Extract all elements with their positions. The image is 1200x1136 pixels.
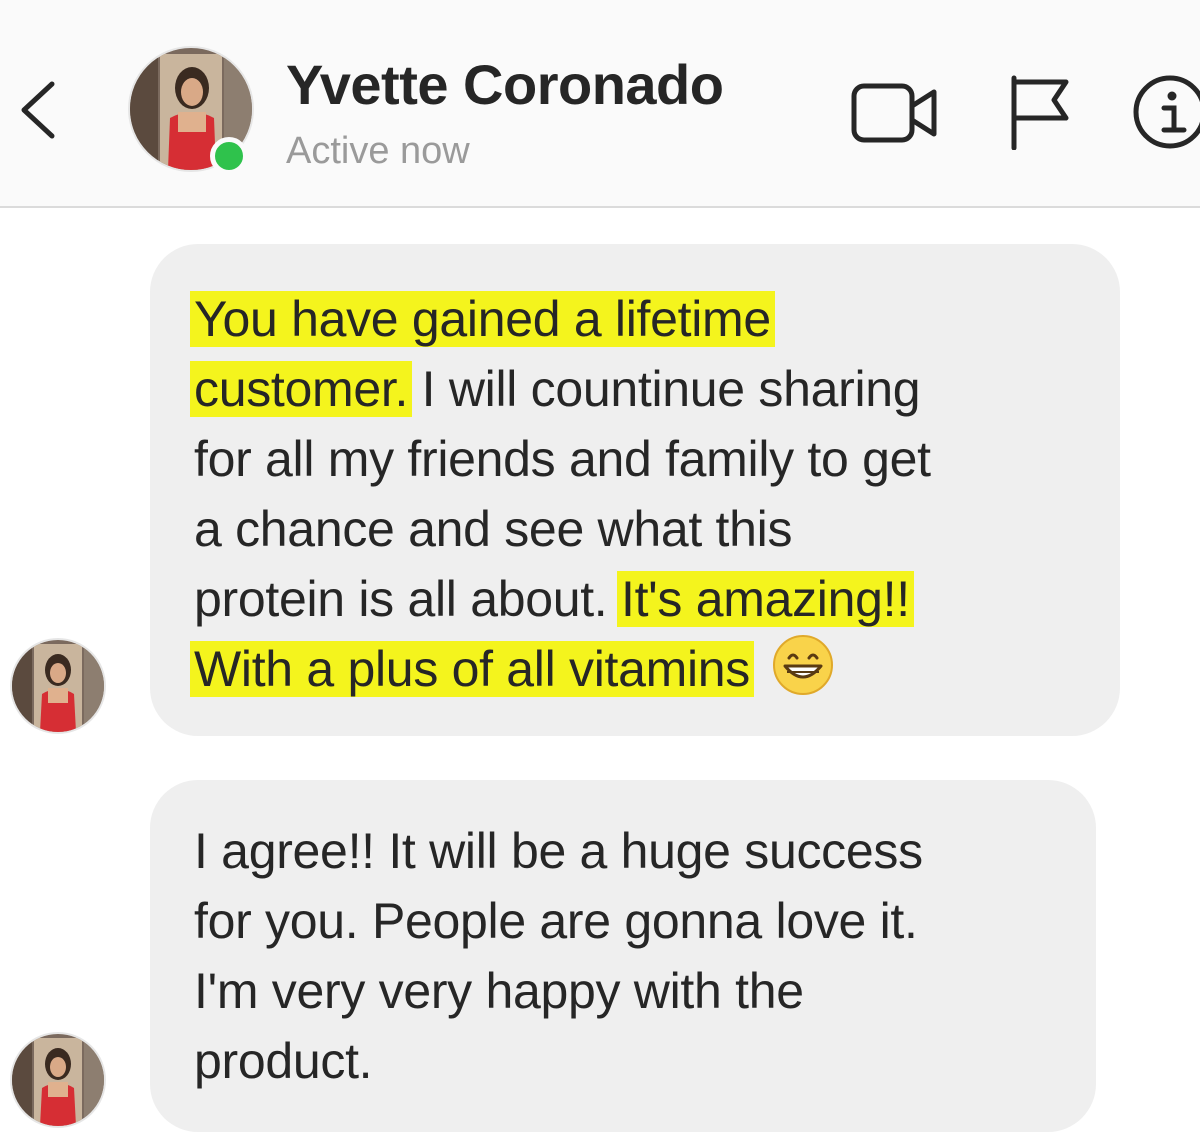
back-button[interactable] bbox=[14, 78, 64, 142]
message-text: I will countinue sharing bbox=[408, 361, 921, 417]
message-text: I agree!! It will be a huge success bbox=[194, 823, 923, 879]
contact-avatar-wrapper[interactable] bbox=[128, 46, 256, 175]
sender-avatar[interactable] bbox=[10, 638, 106, 734]
highlighted-text: It's amazing!! bbox=[617, 571, 914, 627]
video-call-icon bbox=[851, 83, 937, 143]
message-text: for all my friends and family to get bbox=[194, 431, 931, 487]
message-line: protein is all about. It's amazing!! bbox=[194, 564, 914, 634]
message-line: a chance and see what this bbox=[194, 494, 792, 564]
message-text: a chance and see what this bbox=[194, 501, 793, 557]
highlighted-text: With a plus of all vitamins bbox=[190, 641, 754, 697]
info-button[interactable] bbox=[1128, 72, 1200, 152]
message-line: for you. People are gonna love it. bbox=[194, 886, 918, 956]
message-text: for you. People are gonna love it. bbox=[194, 893, 918, 949]
message-text: protein is all about. bbox=[194, 571, 621, 627]
message-line: product. bbox=[194, 1026, 373, 1096]
highlighted-text: You have gained a lifetime bbox=[190, 291, 775, 347]
chevron-left-icon bbox=[21, 81, 55, 139]
message-line: for all my friends and family to get bbox=[194, 424, 931, 494]
contact-name[interactable]: Yvette Coronado bbox=[286, 52, 724, 117]
message-line: I'm very very happy with the bbox=[194, 956, 804, 1026]
message-text: I'm very very happy with the bbox=[194, 963, 804, 1019]
highlighted-text: customer. bbox=[190, 361, 413, 417]
message-bubble[interactable]: You have gained a lifetime customer. I w… bbox=[150, 244, 1120, 736]
active-status-dot bbox=[210, 137, 248, 175]
message-bubble[interactable]: I agree!! It will be a huge success for … bbox=[150, 780, 1096, 1132]
report-button[interactable] bbox=[1006, 74, 1072, 151]
message-line: With a plus of all vitamins bbox=[190, 634, 834, 704]
video-call-button[interactable] bbox=[850, 76, 942, 148]
flag-icon bbox=[1011, 75, 1069, 151]
message-line: I agree!! It will be a huge success bbox=[194, 816, 923, 886]
message-line: customer. I will countinue sharing bbox=[190, 354, 921, 424]
active-status-text: Active now bbox=[286, 130, 470, 172]
grinning-face-emoji-icon bbox=[772, 635, 833, 695]
message-text: product. bbox=[194, 1033, 373, 1089]
chat-header: Yvette Coronado Active now bbox=[0, 0, 1200, 208]
sender-avatar[interactable] bbox=[10, 1032, 106, 1128]
info-icon bbox=[1133, 75, 1200, 149]
message-line: You have gained a lifetime bbox=[190, 284, 775, 354]
